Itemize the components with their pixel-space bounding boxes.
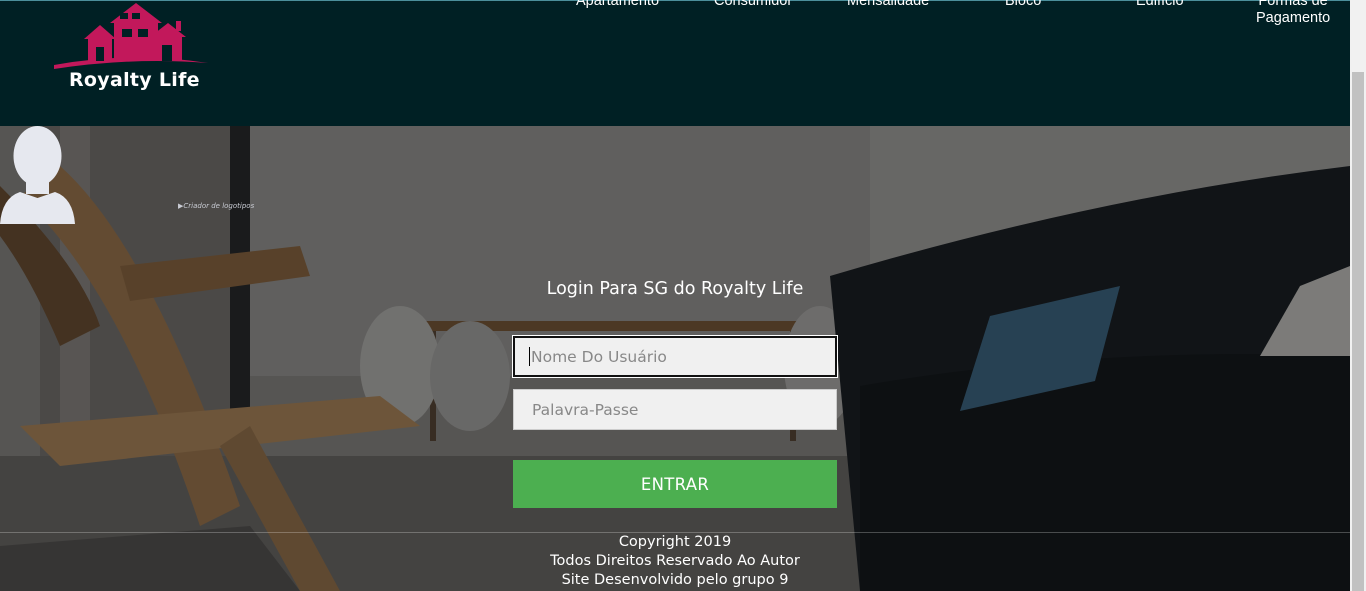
brand-name: Royalty Life [69, 69, 200, 91]
nav-item-label-line2: Pagamento [1256, 10, 1331, 26]
nav-item-bloco[interactable]: Bloco [1005, 0, 1041, 10]
broken-image-placeholder: ▶Criador de logotipos [178, 202, 255, 210]
nav-item-formas-de-pagamento[interactable]: Formas de Pagamento [1256, 0, 1330, 27]
footer-developed-by: Site Desenvolvido pelo grupo 9 [561, 572, 789, 588]
nav-item-edificio[interactable]: Edifício [1136, 0, 1184, 10]
nav-item-label-line1: Formas de [1258, 0, 1328, 9]
nav-item-consumidor[interactable]: Consumidor [714, 0, 792, 10]
main-nav: Apartamento Consumidor Mensalidade Bloco… [0, 0, 1350, 41]
login-submit-button[interactable]: ENTRAR [513, 460, 837, 508]
page-scrollbar-thumb[interactable] [1352, 72, 1364, 591]
login-title: Login Para SG do Royalty Life [546, 279, 804, 299]
hero-background: ▶Criador de logotipos Login Para SG do R… [0, 126, 1350, 591]
site-footer: Copyright 2019 Todos Direitos Reservado … [0, 533, 1350, 590]
site-header: Royalty Life Apartamento Consumidor Mens… [0, 0, 1350, 126]
username-input[interactable] [513, 336, 837, 377]
password-input[interactable] [513, 389, 837, 430]
nav-item-mensalidade[interactable]: Mensalidade [847, 0, 929, 10]
footer-copyright: Copyright 2019 [618, 534, 732, 550]
user-avatar-icon [0, 126, 75, 224]
text-caret [529, 347, 530, 366]
nav-item-apartamento[interactable]: Apartamento [576, 0, 659, 10]
footer-rights: Todos Direitos Reservado Ao Autor [550, 553, 800, 569]
